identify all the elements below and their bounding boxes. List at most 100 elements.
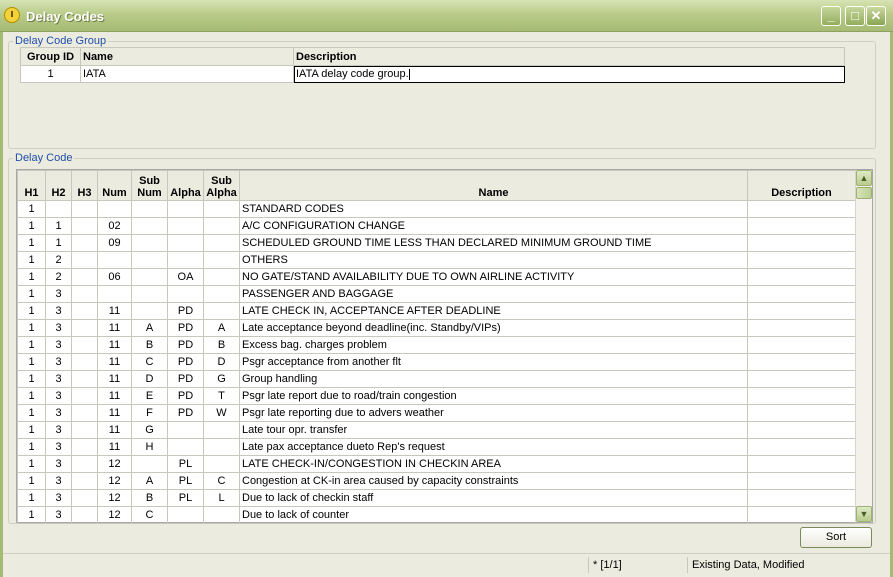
alpha-cell[interactable] — [167, 438, 204, 456]
subnum-cell[interactable] — [131, 268, 168, 286]
h3-cell[interactable] — [71, 251, 98, 269]
num-cell[interactable]: 11 — [97, 302, 132, 320]
num-cell[interactable]: 11 — [97, 319, 132, 337]
subalpha-cell[interactable] — [203, 506, 240, 524]
subalpha-cell[interactable] — [203, 251, 240, 269]
minimize-button[interactable]: _ — [821, 6, 841, 26]
description-cell[interactable] — [747, 438, 856, 456]
subnum-cell[interactable]: C — [131, 506, 168, 524]
subnum-cell[interactable] — [131, 455, 168, 473]
h1-cell[interactable]: 1 — [17, 370, 46, 388]
h2-cell[interactable]: 3 — [45, 302, 72, 320]
name-cell[interactable]: Late tour opr. transfer — [239, 421, 748, 439]
h2-cell[interactable]: 3 — [45, 319, 72, 337]
table-row[interactable]: 1 3 11 G Late tour opr. transfer — [17, 421, 856, 439]
description-cell[interactable] — [747, 217, 856, 235]
h2-cell[interactable]: 1 — [45, 217, 72, 235]
h3-cell[interactable] — [71, 285, 98, 303]
scroll-up-button[interactable]: ▲ — [856, 170, 872, 186]
group-name-cell[interactable]: IATA — [80, 65, 294, 83]
h2-cell[interactable]: 3 — [45, 489, 72, 507]
num-cell[interactable]: 11 — [97, 336, 132, 354]
h2-cell[interactable]: 3 — [45, 353, 72, 371]
description-cell[interactable] — [747, 489, 856, 507]
name-cell[interactable]: Psgr late reporting due to advers weathe… — [239, 404, 748, 422]
h3-cell[interactable] — [71, 319, 98, 337]
description-cell[interactable] — [747, 472, 856, 490]
name-cell[interactable]: LATE CHECK-IN/CONGESTION IN CHECKIN AREA — [239, 455, 748, 473]
h3-cell[interactable] — [71, 506, 98, 524]
alpha-header[interactable]: Alpha — [167, 170, 204, 201]
name-cell[interactable]: Excess bag. charges problem — [239, 336, 748, 354]
num-cell[interactable]: 11 — [97, 404, 132, 422]
table-row[interactable]: 1 3 11 H Late pax acceptance dueto Rep's req… — [17, 438, 856, 456]
h3-cell[interactable] — [71, 336, 98, 354]
subnum-cell[interactable]: E — [131, 387, 168, 405]
num-cell[interactable]: 11 — [97, 421, 132, 439]
h2-cell[interactable]: 1 — [45, 234, 72, 252]
description-cell[interactable] — [747, 370, 856, 388]
name-cell[interactable]: Psgr late report due to road/train conge… — [239, 387, 748, 405]
subnum-cell[interactable] — [131, 251, 168, 269]
subalpha-cell[interactable]: T — [203, 387, 240, 405]
group-row[interactable]: 1 IATA IATA delay code group. — [20, 65, 845, 83]
description-cell[interactable] — [747, 353, 856, 371]
h1-cell[interactable]: 1 — [17, 336, 46, 354]
h2-cell[interactable]: 3 — [45, 438, 72, 456]
alpha-cell[interactable]: PD — [167, 319, 204, 337]
subnum-cell[interactable]: D — [131, 370, 168, 388]
subnum-cell[interactable] — [131, 217, 168, 235]
num-cell[interactable]: 12 — [97, 455, 132, 473]
subalpha-cell[interactable]: D — [203, 353, 240, 371]
h2-cell[interactable]: 3 — [45, 285, 72, 303]
h3-header[interactable]: H3 — [71, 170, 98, 201]
table-row[interactable]: 1 3 12 B PL L Due to lack of checkin staff — [17, 489, 856, 507]
table-row[interactable]: 1 3 12 C Due to lack of counter — [17, 506, 856, 524]
table-row[interactable]: 1 2 06 OA NO GATE/STAND AVAILABILITY DUE TO … — [17, 268, 856, 286]
alpha-cell[interactable] — [167, 506, 204, 524]
subnum-cell[interactable]: F — [131, 404, 168, 422]
table-row[interactable]: 1 1 09 SCHEDULED GROUND TIME LESS THAN DECL… — [17, 234, 856, 252]
description-cell[interactable] — [747, 455, 856, 473]
description-cell[interactable] — [747, 421, 856, 439]
h2-cell[interactable]: 3 — [45, 370, 72, 388]
alpha-cell[interactable] — [167, 285, 204, 303]
alpha-cell[interactable] — [167, 217, 204, 235]
h3-cell[interactable] — [71, 268, 98, 286]
num-cell[interactable] — [97, 200, 132, 218]
name-cell[interactable]: PASSENGER AND BAGGAGE — [239, 285, 748, 303]
h2-cell[interactable]: 3 — [45, 387, 72, 405]
num-cell[interactable]: 11 — [97, 353, 132, 371]
h1-cell[interactable]: 1 — [17, 387, 46, 405]
subalpha-cell[interactable]: W — [203, 404, 240, 422]
group-description-header[interactable]: Description — [293, 47, 845, 66]
name-cell[interactable]: Psgr acceptance from another flt — [239, 353, 748, 371]
description-header[interactable]: Description — [747, 170, 856, 201]
subalpha-cell[interactable] — [203, 200, 240, 218]
subnum-cell[interactable] — [131, 200, 168, 218]
h2-cell[interactable]: 2 — [45, 251, 72, 269]
alpha-cell[interactable]: PD — [167, 404, 204, 422]
description-cell[interactable] — [747, 319, 856, 337]
table-row[interactable]: 1 3 11 E PD T Psgr late report due to road/tra… — [17, 387, 856, 405]
description-cell[interactable] — [747, 200, 856, 218]
h2-cell[interactable]: 3 — [45, 336, 72, 354]
num-cell[interactable]: 12 — [97, 506, 132, 524]
h3-cell[interactable] — [71, 489, 98, 507]
alpha-cell[interactable]: PD — [167, 336, 204, 354]
subnum-cell[interactable]: A — [131, 472, 168, 490]
description-cell[interactable] — [747, 387, 856, 405]
h1-cell[interactable]: 1 — [17, 472, 46, 490]
h1-cell[interactable]: 1 — [17, 302, 46, 320]
num-cell[interactable]: 12 — [97, 472, 132, 490]
num-cell[interactable]: 02 — [97, 217, 132, 235]
h3-cell[interactable] — [71, 370, 98, 388]
table-row[interactable]: 1 3 11 B PD B Excess bag. charges problem — [17, 336, 856, 354]
subalpha-cell[interactable] — [203, 217, 240, 235]
h1-cell[interactable]: 1 — [17, 200, 46, 218]
table-row[interactable]: 1 3 12 PL LATE CHECK-IN/CONGESTION IN CHECKI… — [17, 455, 856, 473]
h1-cell[interactable]: 1 — [17, 353, 46, 371]
subalpha-cell[interactable] — [203, 234, 240, 252]
description-cell[interactable] — [747, 506, 856, 524]
h2-cell[interactable]: 3 — [45, 506, 72, 524]
